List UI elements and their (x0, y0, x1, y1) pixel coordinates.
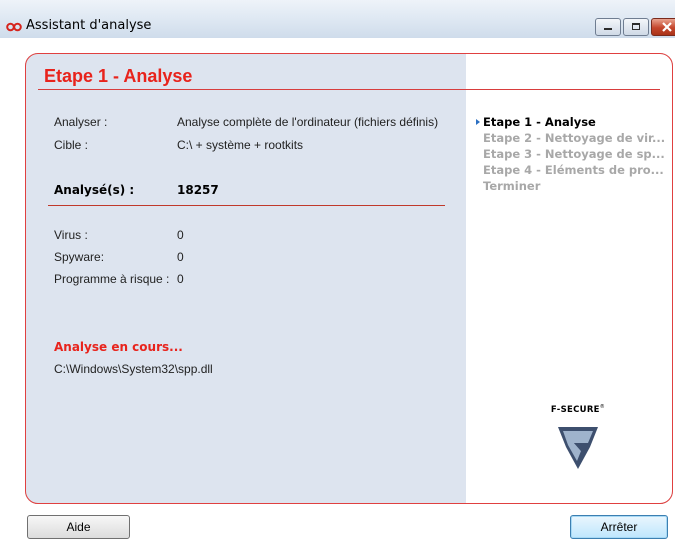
maximize-button[interactable] (623, 18, 649, 36)
scan-status: Analyse en cours... (54, 340, 183, 354)
analyser-value: Analyse complète de l'ordinateur (fichie… (177, 115, 439, 129)
scanned-count: 18257 (177, 183, 219, 197)
current-step-arrow-icon (476, 119, 480, 125)
fsecure-logo: F-SECURE® (548, 404, 608, 473)
step-item-spyware-cleaning: Etape 3 - Nettoyage de sp... (483, 147, 665, 161)
cible-value: C:\ + système + rootkits (177, 138, 304, 152)
virus-label: Virus : (54, 228, 88, 242)
step-item-risk-elements: Etape 4 - Eléments de pro... (483, 163, 664, 177)
logo-wordmark: F-SECURE® (550, 404, 606, 415)
scanned-label: Analysé(s) : (54, 183, 135, 197)
window-title: Assistant d'analyse (26, 18, 152, 33)
steps-list: Etape 1 - Analyse Etape 2 - Nettoyage de… (476, 114, 671, 194)
minimize-icon (604, 28, 612, 30)
cible-label: Cible : (54, 138, 89, 152)
step-item-finish: Terminer (483, 179, 541, 193)
risk-program-count: 0 (177, 272, 184, 286)
section-divider (48, 205, 445, 206)
title-divider (38, 89, 660, 90)
virus-count: 0 (177, 228, 184, 242)
title-bar: Assistant d'analyse (0, 0, 675, 38)
maximize-icon (632, 23, 640, 30)
page-title: Etape 1 - Analyse (44, 66, 193, 86)
stop-button[interactable]: Arrêter (570, 515, 668, 539)
fsecure-infinity-icon (6, 18, 22, 37)
minimize-button[interactable] (595, 18, 621, 36)
fsecure-shield-icon (558, 426, 598, 469)
step-item-analyse: Etape 1 - Analyse (476, 114, 671, 130)
spyware-label: Spyware: (54, 250, 105, 264)
current-file-path: C:\Windows\System32\spp.dll (54, 362, 213, 376)
spyware-count: 0 (177, 250, 184, 264)
close-icon (661, 19, 673, 39)
risk-program-label: Programme à risque : (54, 272, 170, 286)
close-button[interactable] (651, 18, 675, 36)
analyser-label: Analyser : (54, 115, 108, 129)
step-item-virus-cleaning: Etape 2 - Nettoyage de vir... (483, 131, 666, 145)
help-button[interactable]: Aide (27, 515, 130, 539)
